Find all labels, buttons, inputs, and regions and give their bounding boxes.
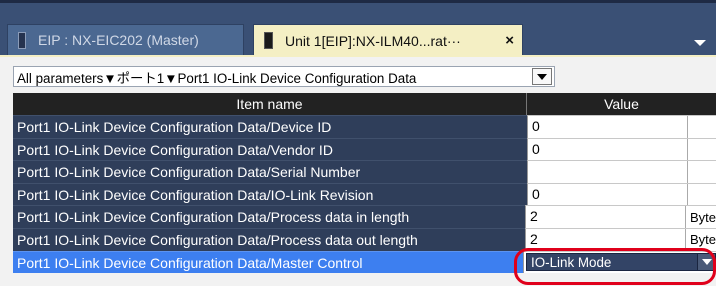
table-row[interactable]: Port1 IO-Link Device Configuration Data/… [13,115,716,138]
table-row-selected[interactable]: Port1 IO-Link Device Configuration Data/… [13,250,716,274]
breadcrumb-text: All parameters▼ポート1▼Port1 IO-Link Device… [17,70,417,86]
parameter-table: Item name Value Port1 IO-Link Device Con… [13,93,716,274]
value-field[interactable]: 0 [528,138,688,161]
table-row[interactable]: Port1 IO-Link Device Configuration Data/… [13,205,716,228]
select-dropdown-button[interactable] [697,254,715,271]
row-value-cell: 0 [527,182,716,206]
table-row[interactable]: Port1 IO-Link Device Configuration Data/… [13,227,716,251]
row-value-cell: 0 [527,115,716,138]
column-header-value[interactable]: Value [527,93,716,115]
value-field[interactable]: 0 [528,183,688,206]
tab-unit-1[interactable]: Unit 1[EIP]:NX-ILM40...rat··· × [253,24,523,56]
row-item-name: Port1 IO-Link Device Configuration Data/… [13,160,527,183]
tab-label: EIP : NX-EIC202 (Master) [38,32,199,48]
breadcrumb-dropdown-button[interactable] [532,68,552,85]
master-control-select[interactable]: IO-Link Mode [526,253,716,272]
column-header-item-name[interactable]: Item name [13,93,527,115]
value-field[interactable]: 2 [526,228,686,251]
table-row[interactable]: Port1 IO-Link Device Configuration Data/… [13,182,716,206]
close-icon[interactable]: × [505,32,514,49]
device-icon [18,31,26,49]
value-field[interactable]: 0 [528,116,688,138]
breadcrumb[interactable]: All parameters▼ポート1▼Port1 IO-Link Device… [13,66,555,87]
row-item-name: Port1 IO-Link Device Configuration Data/… [13,205,525,228]
row-item-name: Port1 IO-Link Device Configuration Data/… [13,182,527,206]
row-value-cell: 2 Byte [524,205,716,228]
tab-eip-master[interactable]: EIP : NX-EIC202 (Master) [7,24,244,56]
value-unit: Byte [689,209,716,225]
row-item-name: Port1 IO-Link Device Configuration Data/… [13,250,523,274]
tab-bar-top-edge [0,0,716,3]
row-item-name: Port1 IO-Link Device Configuration Data/… [13,137,527,161]
select-value: IO-Link Mode [531,254,612,270]
chevron-down-icon [537,73,547,80]
chevron-down-icon [701,259,712,266]
tab-label: Unit 1[EIP]:NX-ILM40...rat··· [285,32,461,49]
row-value-cell: 0 [527,137,716,161]
row-value-cell [527,160,716,183]
table-row[interactable]: Port1 IO-Link Device Configuration Data/… [13,137,716,161]
row-value-cell: 2 Byte [524,227,716,251]
table-row[interactable]: Port1 IO-Link Device Configuration Data/… [13,160,716,183]
value-unit: Byte [689,232,716,248]
value-field[interactable]: 2 [526,206,686,228]
parameter-editor: All parameters▼ポート1▼Port1 IO-Link Device… [0,57,716,286]
table-header: Item name Value [13,93,716,115]
value-field[interactable] [528,161,688,183]
device-icon [264,32,273,49]
row-value-cell: IO-Link Mode [523,250,716,274]
tab-list-dropdown-icon[interactable] [694,40,706,46]
row-item-name: Port1 IO-Link Device Configuration Data/… [13,227,525,251]
row-item-name: Port1 IO-Link Device Configuration Data/… [13,115,527,138]
tab-bar: EIP : NX-EIC202 (Master) Unit 1[EIP]:NX-… [0,0,716,57]
